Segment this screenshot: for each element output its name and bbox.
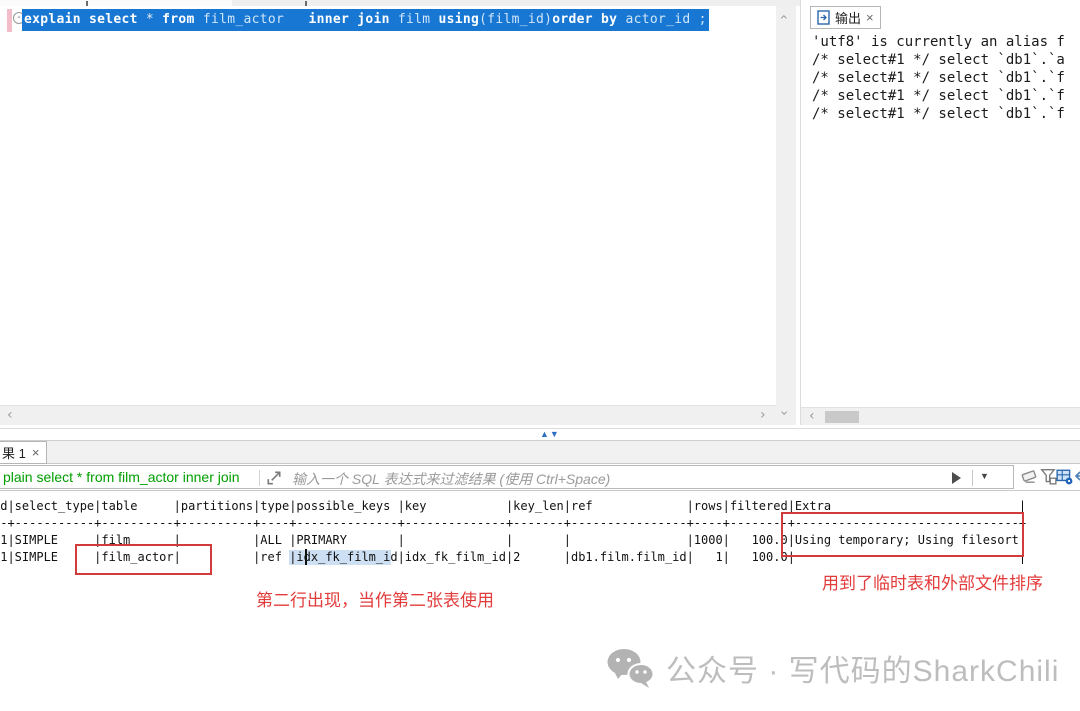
annotation-box-extra <box>781 512 1024 557</box>
filter-input[interactable]: plain select * from film_actor inner joi… <box>0 465 1014 489</box>
scroll-left-icon[interactable]: ‹ <box>809 409 815 423</box>
annotation-note-left: 第二行出现，当作第二张表使用 <box>256 591 494 610</box>
output-tab-label: 输出 <box>835 11 862 26</box>
editor-horizontal-scrollbar[interactable]: ‹ › <box>0 405 776 425</box>
button-separator <box>972 470 973 486</box>
close-icon[interactable]: × <box>32 445 40 460</box>
grid-options-icon[interactable] <box>1056 468 1073 485</box>
scroll-right-icon[interactable]: › <box>760 408 766 422</box>
watermark-text: 公众号 · 写代码的SharkChili <box>666 655 1060 688</box>
apply-filter-icon[interactable] <box>952 472 961 484</box>
output-horizontal-scrollbar[interactable]: ‹ <box>801 407 1080 425</box>
close-icon[interactable]: × <box>866 11 874 24</box>
filter-placeholder: 输入一个 SQL 表达式来过滤结果 (使用 Ctrl+Space) <box>292 471 611 487</box>
result-tab-bar: 果 1 × <box>0 441 1080 464</box>
filter-divider <box>259 470 260 486</box>
sash-collapse-control[interactable]: ▲▼ <box>540 429 560 439</box>
expand-filter-icon[interactable] <box>266 470 282 486</box>
scroll-up-icon[interactable]: › <box>776 14 792 20</box>
changed-line-indicator <box>7 9 12 32</box>
filter-settings-icon[interactable] <box>1040 468 1057 485</box>
output-doc-icon <box>817 10 830 25</box>
filter-history-dropdown-icon[interactable]: ▼ <box>980 471 989 481</box>
result-grid[interactable]: id|select_type|table |partitions|type|po… <box>0 492 1080 642</box>
tab-result-1[interactable]: 果 1 × <box>0 441 48 464</box>
sash-up-icon[interactable]: ▲ <box>540 429 550 439</box>
scrollbar-thumb[interactable] <box>825 411 859 423</box>
output-log-text: 'utf8' is currently an alias f /* select… <box>812 34 1065 122</box>
nav-back-icon[interactable] <box>1075 469 1080 483</box>
sql-editor-pane[interactable]: - explain select * from film_actor inner… <box>0 6 776 405</box>
sql-selected-line[interactable]: explain select * from film_actor inner j… <box>22 9 709 31</box>
tab-output[interactable]: 输出 × <box>810 6 881 29</box>
output-panel: 输出 × 'utf8' is currently an alias f /* s… <box>800 0 1080 425</box>
result-filter-bar: plain select * from film_actor inner joi… <box>0 464 1080 491</box>
wechat-icon <box>607 649 654 688</box>
result-tab-label: 果 1 <box>2 446 26 461</box>
filter-query-text[interactable]: plain select * from film_actor inner joi… <box>3 469 240 485</box>
scroll-down-icon[interactable]: › <box>776 410 792 416</box>
editor-vertical-scrollbar[interactable]: › › <box>776 6 796 425</box>
annotation-note-right: 用到了临时表和外部文件排序 <box>822 574 1043 593</box>
text-cursor <box>305 549 307 565</box>
annotation-box-film-actor <box>75 544 212 575</box>
erase-filter-icon[interactable] <box>1020 467 1038 485</box>
sash-down-icon[interactable]: ▼ <box>550 429 560 439</box>
scroll-left-icon[interactable]: ‹ <box>7 408 13 422</box>
app-window: - explain select * from film_actor inner… <box>0 0 1080 711</box>
watermark: 公众号 · 写代码的SharkChili <box>606 646 1059 690</box>
